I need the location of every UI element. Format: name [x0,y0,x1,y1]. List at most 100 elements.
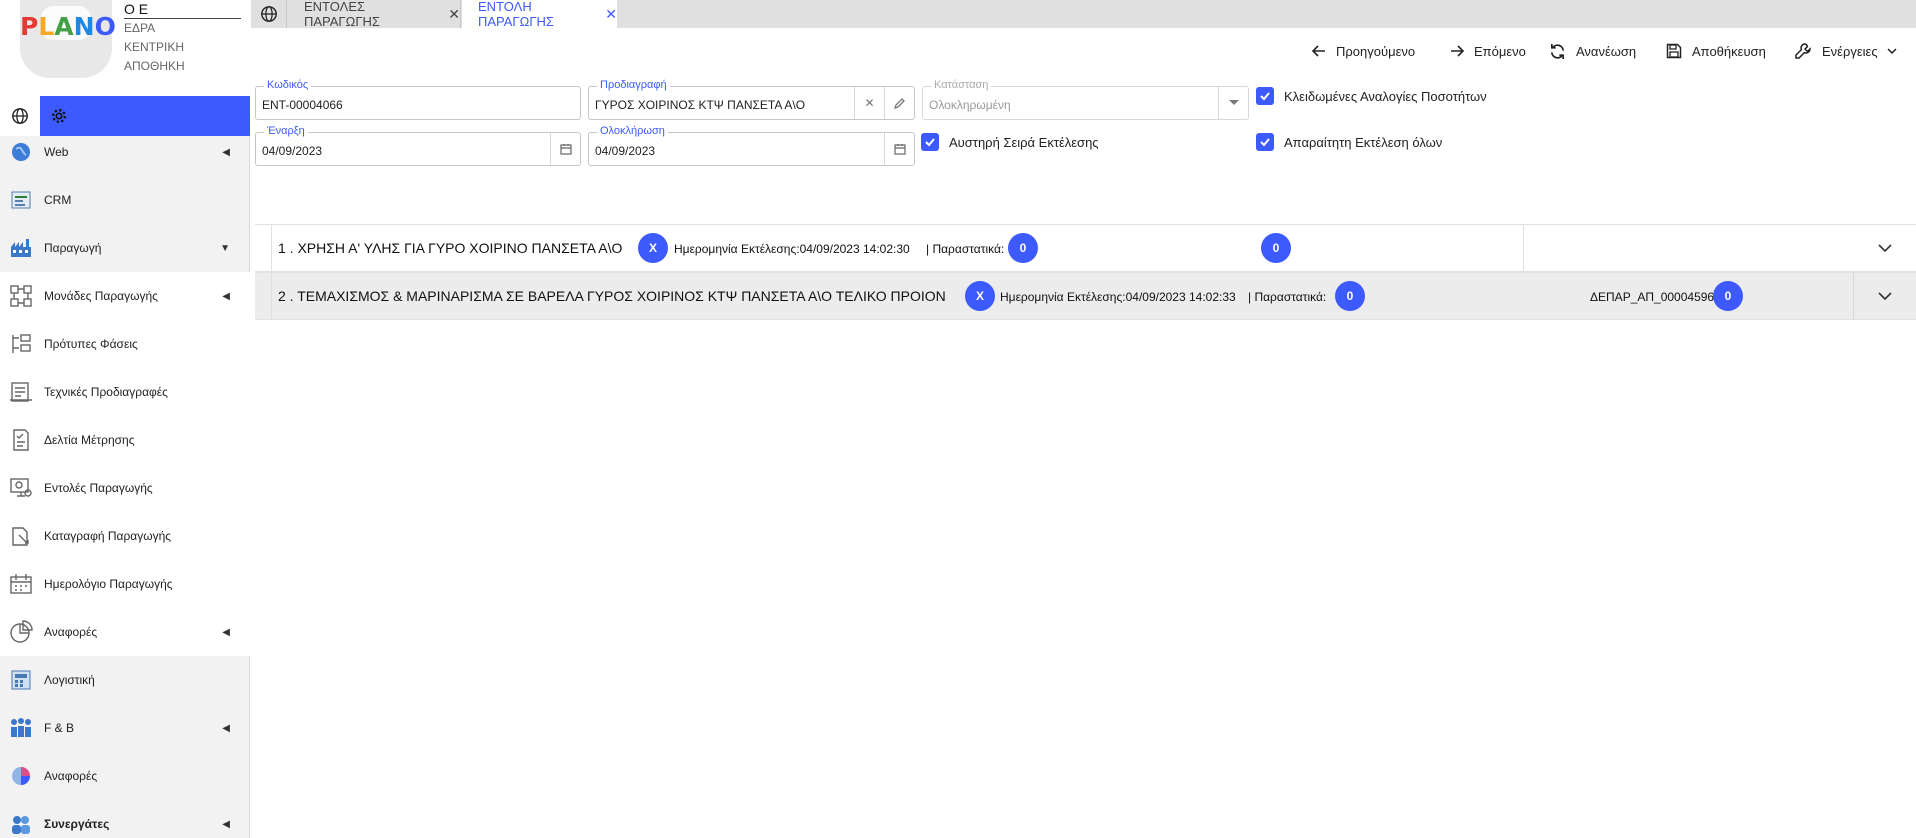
documents-count-badge[interactable]: 0 [1335,281,1365,311]
document-code[interactable]: ΔΕΠΑΡ_ΑΠ_00004596 [1590,290,1714,304]
sidebar-item-partners[interactable]: Συνεργάτες ◀ [0,800,250,838]
logo-area: PLANO Ο Ε ΕΔΡΑ ΚΕΝΤΡΙΚΗ ΑΠΟΘΗΚΗ [0,0,250,96]
production-units-icon [8,283,34,309]
sidebar-item-production-units[interactable]: Μονάδες Παραγωγής ◀ [0,272,250,320]
spec-field[interactable]: Προδιαγραφή ΓΥΡΟΣ ΧΟΙΡΙΝΟΣ ΚΤΨ ΠΑΝΣΕΤΑ Α… [588,79,915,120]
strict-order-checkbox[interactable]: Αυστηρή Σειρά Εκτέλεσης [921,132,1099,152]
end-date-field[interactable]: Ολοκλήρωση 04/09/2023 [588,125,915,166]
sidebar-item-label: Αναφορές [44,625,98,639]
template-phases-icon [8,331,34,357]
sidebar-item-label: F & B [44,721,75,735]
phase-row[interactable]: 2 . ΤΕΜΑΧΙΣΜΟΣ & ΜΑΡΙΝΑΡΙΣΜΑ ΣΕ ΒΑΡΕΛΑ Γ… [255,272,1916,320]
reports-icon [8,619,34,645]
spec-value: ΓΥΡΟΣ ΧΟΙΡΙΝΟΣ ΚΤΨ ΠΑΝΣΕΤΑ Α\Ο [595,98,806,112]
sidebar-item-technical-specs[interactable]: Τεχνικές Προδιαγραφές [0,368,250,416]
previous-button[interactable]: Προηγούμενο [1312,40,1415,62]
documents-label: | Παραστατικά: [926,242,1005,256]
logo[interactable]: PLANO [20,12,116,41]
checkbox-checked-icon [921,133,939,151]
extra-count-badge[interactable]: 0 [1713,281,1743,311]
start-date-value: 04/09/2023 [262,144,323,158]
caret-down-icon [1228,100,1239,105]
execution-date: Ημερομηνία Εκτέλεσης:04/09/2023 14:02:33 [1000,290,1236,304]
save-label: Αποθήκευση [1692,43,1766,59]
locked-ratios-checkbox[interactable]: Κλειδωμένες Αναλογίες Ποσοτήτων [1256,86,1487,106]
logo-letter: O [94,12,116,41]
clear-button[interactable]: ✕ [854,87,884,119]
refresh-label: Ανανέωση [1576,43,1637,59]
calendar-icon [893,144,906,155]
tab-label: ΕΝΤΟΛΗ ΠΑΡΑΓΩΓΗΣ [478,0,554,29]
reports-pie-icon [8,763,34,789]
sidebar-item-production-calendar[interactable]: Ημερολόγιο Παραγωγής [0,560,250,608]
status-value: Ολοκληρωμένη [929,98,1011,112]
close-icon[interactable]: ✕ [448,6,460,23]
caret-left-icon: ◀ [222,722,230,734]
code-value: ENT-00004066 [262,98,343,112]
globe-icon [12,108,28,124]
end-date-value: 04/09/2023 [595,144,656,158]
documents-label: | Παραστατικά: [1248,290,1327,304]
sidebar-item-reports[interactable]: Αναφορές ◀ [0,608,250,656]
start-date-field[interactable]: Έναρξη 04/09/2023 [255,125,581,166]
spec-label: Προδιαγραφή [597,79,670,92]
logo-letter: P [20,12,39,41]
sidebar-item-label: Web [44,145,69,159]
start-date-picker-button[interactable] [550,133,580,165]
phase-row[interactable]: 1 . ΧΡΗΣΗ Α' ΥΛΗΣ ΓΙΑ ΓΥΡΟ ΧΟΙΡΙΝΟ ΠΑΝΣΕ… [255,224,1916,272]
sidebar-item-web[interactable]: Web ◀ [0,128,250,176]
x-badge[interactable]: X [638,233,668,263]
x-badge[interactable]: X [965,281,995,311]
save-button[interactable]: Αποθήκευση [1666,40,1766,62]
refresh-icon [1550,43,1565,59]
sidebar-item-accounting[interactable]: Λογιστική [0,656,250,704]
tab-production-order[interactable]: ΕΝΤΟΛΗ ΠΑΡΑΓΩΓΗΣ ✕ [462,0,617,29]
production-recording-icon [8,523,34,549]
previous-label: Προηγούμενο [1336,43,1416,59]
expand-button[interactable] [1854,273,1916,319]
sidebar-item-reports-main[interactable]: Αναφορές [0,752,250,800]
sidebar-item-label: Δελτία Μέτρησης [44,433,135,447]
status-label: Κατάσταση [931,79,992,92]
row-handle [255,225,272,271]
sidebar-item-label: Καταγραφή Παραγωγής [44,529,172,543]
require-all-label: Απαραίτητη Εκτέλεση όλων [1284,134,1443,150]
sidebar-item-fnb[interactable]: F & B ◀ [0,704,250,752]
caret-left-icon: ◀ [222,818,230,830]
checkbox-checked-icon [1256,87,1274,105]
next-button[interactable]: Επόμενο [1450,40,1526,62]
next-label: Επόμενο [1474,43,1526,59]
require-all-checkbox[interactable]: Απαραίτητη Εκτέλεση όλων [1256,132,1442,152]
edit-button[interactable] [884,87,914,119]
sidebar-item-production-orders[interactable]: Εντολές Παραγωγής [0,464,250,512]
tab-home[interactable] [251,0,287,28]
web-icon [8,139,34,165]
actions-button[interactable]: Ενέργειες [1794,40,1898,62]
caret-left-icon: ◀ [222,626,230,638]
execution-date: Ημερομηνία Εκτέλεσης:04/09/2023 14:02:30 [674,242,910,256]
chevron-down-icon [1887,48,1897,55]
sidebar-item-template-phases[interactable]: Πρότυπες Φάσεις [0,320,250,368]
code-label: Κωδικός [264,79,312,92]
logo-letter: L [38,12,55,41]
gear-icon [52,109,66,123]
expand-button[interactable] [1854,225,1916,271]
sidebar-item-production-recording[interactable]: Καταγραφή Παραγωγής [0,512,250,560]
code-field[interactable]: Κωδικός ENT-00004066 [255,79,581,120]
company-name[interactable]: Ο Ε [124,1,241,19]
sidebar-item-label: Πρότυπες Φάσεις [44,337,138,351]
chevron-down-icon [1878,243,1892,252]
production-icon [8,235,34,261]
sidebar-item-label: CRM [44,193,72,207]
caret-left-icon: ◀ [222,146,230,158]
partners-icon [8,811,34,837]
sidebar-item-measurement-sheets[interactable]: Δελτία Μέτρησης [0,416,250,464]
documents-count-badge[interactable]: 0 [1008,233,1038,263]
refresh-button[interactable]: Ανανέωση [1549,40,1636,62]
sidebar-item-crm[interactable]: CRM [0,176,250,224]
close-icon[interactable]: ✕ [605,6,617,23]
tab-production-orders[interactable]: ΕΝΤΟΛΕΣ ΠΑΡΑΓΩΓΗΣ ✕ [288,0,461,29]
end-date-picker-button[interactable] [884,133,914,165]
sidebar-item-production[interactable]: Παραγωγή ▼ [0,224,250,272]
extra-count-badge[interactable]: 0 [1261,233,1291,263]
